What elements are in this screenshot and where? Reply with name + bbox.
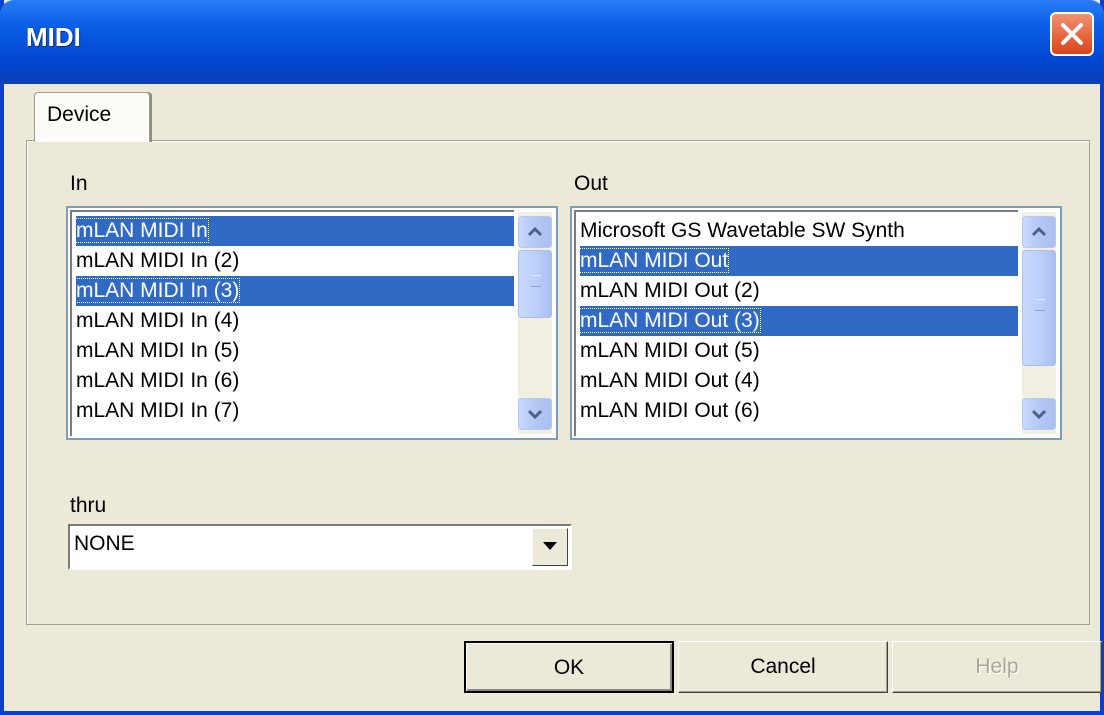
list-item[interactable]: mLAN MIDI Out (3) xyxy=(579,306,1018,336)
dropdown-arrow-icon xyxy=(543,542,557,550)
close-button[interactable] xyxy=(1050,12,1094,56)
title-bar[interactable]: MIDI xyxy=(0,0,1104,84)
out-scrollbar[interactable] xyxy=(1022,212,1056,434)
out-listbox[interactable]: Microsoft GS Wavetable SW Synth mLAN MID… xyxy=(570,206,1062,440)
chevron-down-icon xyxy=(1031,409,1047,420)
list-item[interactable]: mLAN MIDI Out (6) xyxy=(580,396,1018,426)
chevron-up-icon xyxy=(1031,226,1047,237)
close-icon xyxy=(1061,23,1083,45)
scroll-down-button[interactable] xyxy=(1022,398,1056,430)
scroll-down-button[interactable] xyxy=(518,398,552,430)
chevron-down-icon xyxy=(527,409,543,420)
list-item[interactable]: mLAN MIDI In (7) xyxy=(76,396,514,426)
list-item[interactable]: mLAN MIDI Out (4) xyxy=(580,366,1018,396)
scroll-thumb[interactable] xyxy=(518,250,552,318)
list-item[interactable]: mLAN MIDI Out xyxy=(578,246,1018,276)
list-item[interactable]: mLAN MIDI In xyxy=(75,216,514,246)
list-item[interactable]: mLAN MIDI In (4) xyxy=(76,306,514,336)
scroll-up-button[interactable] xyxy=(518,216,552,248)
tab-device[interactable]: Device xyxy=(34,92,150,142)
thru-label: thru xyxy=(70,494,107,517)
ok-button[interactable]: OK xyxy=(464,641,674,693)
thru-value: NONE xyxy=(74,532,135,555)
in-listbox[interactable]: mLAN MIDI In mLAN MIDI In (2) mLAN MIDI … xyxy=(66,206,558,440)
window-title: MIDI xyxy=(26,22,81,52)
scroll-thumb[interactable] xyxy=(1022,250,1056,366)
midi-dialog: MIDI Device In Out mLAN MIDI In mLAN MID… xyxy=(0,0,1104,715)
list-item[interactable]: mLAN MIDI In (6) xyxy=(76,366,514,396)
dropdown-button[interactable] xyxy=(532,528,568,566)
list-item[interactable]: mLAN MIDI In (3) xyxy=(74,276,514,306)
list-item[interactable]: mLAN MIDI In (2) xyxy=(76,246,514,276)
cancel-button[interactable]: Cancel xyxy=(678,641,888,693)
list-item[interactable]: Microsoft GS Wavetable SW Synth xyxy=(580,216,1018,246)
in-label: In xyxy=(70,172,88,195)
help-button[interactable]: Help xyxy=(892,641,1102,693)
thru-select[interactable]: NONE xyxy=(68,524,572,570)
chevron-up-icon xyxy=(527,226,543,237)
in-scrollbar[interactable] xyxy=(518,212,552,434)
scroll-up-button[interactable] xyxy=(1022,216,1056,248)
out-label: Out xyxy=(574,172,608,195)
tab-device-label: Device xyxy=(47,103,112,126)
list-item[interactable]: mLAN MIDI Out (2) xyxy=(580,276,1018,306)
list-item[interactable]: mLAN MIDI In (5) xyxy=(76,336,514,366)
list-item[interactable]: mLAN MIDI Out (5) xyxy=(580,336,1018,366)
